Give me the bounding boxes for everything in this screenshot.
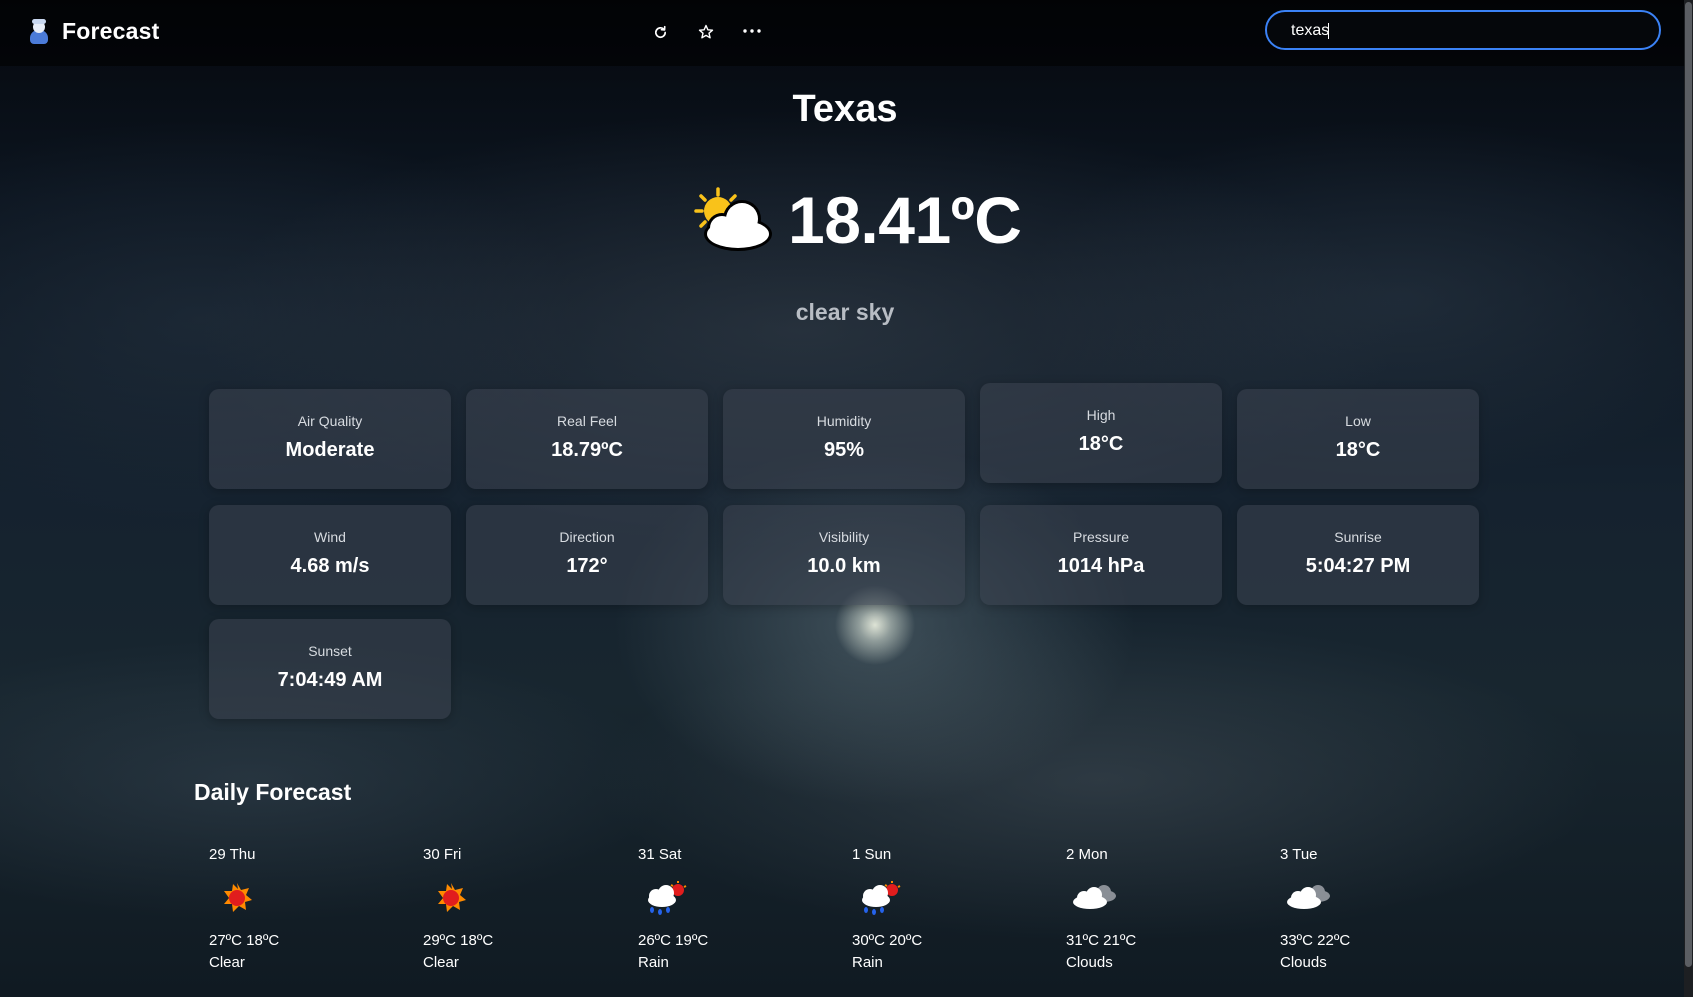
more-icon	[743, 29, 761, 33]
detail-card-sunrise: Sunrise 5:04:27 PM	[1237, 505, 1479, 605]
forecast-date: 29 Thu	[209, 846, 256, 863]
sun-icon	[224, 883, 252, 912]
snowman-logo-icon	[28, 18, 50, 45]
forecast-temps: 26ºC 19ºC	[638, 932, 709, 949]
card-value: 5:04:27 PM	[1305, 555, 1411, 577]
search-input[interactable]	[1289, 12, 1643, 50]
text-caret	[1328, 23, 1329, 39]
card-label: Humidity	[816, 413, 872, 429]
daily-forecast-title: Daily Forecast	[194, 779, 352, 805]
sun-behind-cloud-icon	[694, 187, 772, 251]
detail-card-wind: Wind 4.68 m/s	[209, 505, 451, 605]
forecast-date: 1 Sun	[852, 846, 892, 863]
more-button[interactable]	[740, 18, 764, 46]
card-label: High	[1086, 407, 1116, 423]
forecast-temps: 27ºC 18ºC	[209, 932, 280, 949]
rain-cloud-icon	[862, 881, 901, 915]
forecast-day: 1 Sun 30ºC 20ºC Rain	[852, 846, 1042, 976]
sun-icon	[438, 883, 466, 912]
refresh-button[interactable]	[648, 18, 672, 46]
card-label: Sunset	[308, 643, 352, 659]
refresh-icon	[654, 25, 666, 38]
card-label: Wind	[314, 529, 346, 545]
page-scrollbar[interactable]	[1684, 0, 1693, 997]
card-label: Pressure	[1072, 529, 1130, 545]
forecast-date: 2 Mon	[1066, 846, 1108, 863]
forecast-day: 29 Thu 27ºC 18ºC Clear	[209, 846, 399, 976]
card-value: 18.79ºC	[551, 439, 623, 461]
forecast-temps: 29ºC 18ºC	[423, 932, 494, 949]
forecast-date: 31 Sat	[638, 846, 682, 863]
detail-card-low: Low 18°C	[1237, 389, 1479, 489]
detail-card-real-feel: Real Feel 18.79ºC	[466, 389, 708, 489]
forecast-temps: 31ºC 21ºC	[1066, 932, 1137, 949]
top-bar: Forecast	[0, 0, 1684, 66]
card-value: Moderate	[285, 439, 375, 461]
forecast-temps: 30ºC 20ºC	[852, 932, 923, 949]
detail-card-air-quality: Air Quality Moderate	[209, 389, 451, 489]
card-value: 4.68 m/s	[290, 555, 370, 577]
forecast-condition: Rain	[852, 954, 883, 971]
search-box[interactable]	[1265, 10, 1661, 50]
brand[interactable]: Forecast	[28, 18, 159, 45]
card-value: 95%	[823, 439, 865, 461]
forecast-condition: Clouds	[1066, 954, 1113, 971]
forecast-date: 3 Tue	[1280, 846, 1318, 863]
forecast-condition: Clouds	[1280, 954, 1327, 971]
current-weather: 18.41ºC	[688, 182, 1022, 258]
card-label: Direction	[559, 529, 615, 545]
card-value: 1014 hPa	[1057, 555, 1145, 577]
app-title: Forecast	[62, 18, 160, 44]
card-label: Air Quality	[297, 413, 363, 429]
detail-card-high: High 18°C	[980, 383, 1222, 483]
forecast-day: 30 Fri 29ºC 18ºC Clear	[423, 846, 613, 976]
detail-card-direction: Direction 172°	[466, 505, 708, 605]
card-value: 10.0 km	[807, 555, 881, 577]
cloud-icon	[1073, 885, 1116, 909]
detail-card-humidity: Humidity 95%	[723, 389, 965, 489]
favorite-button[interactable]	[694, 18, 718, 46]
star-icon	[698, 24, 714, 39]
forecast-day: 3 Tue 33ºC 22ºC Clouds	[1280, 846, 1470, 976]
card-label: Visibility	[818, 529, 870, 545]
card-label: Low	[1345, 413, 1371, 429]
card-value: 7:04:49 AM	[277, 669, 383, 691]
card-value: 172°	[566, 555, 608, 577]
weather-description: clear sky	[795, 299, 895, 325]
forecast-day: 31 Sat 26ºC 19ºC Rain	[638, 846, 828, 976]
toolbar	[648, 18, 764, 46]
forecast-condition: Clear	[423, 954, 459, 971]
card-label: Sunrise	[1334, 529, 1382, 545]
detail-card-pressure: Pressure 1014 hPa	[980, 505, 1222, 605]
current-temperature: 18.41ºC	[788, 183, 1022, 257]
city-name: Texas	[792, 88, 898, 130]
card-value: 18°C	[1078, 433, 1124, 455]
scrollbar-thumb[interactable]	[1685, 2, 1692, 967]
detail-card-sunset: Sunset 7:04:49 AM	[209, 619, 451, 719]
card-label: Real Feel	[557, 413, 617, 429]
detail-card-visibility: Visibility 10.0 km	[723, 505, 965, 605]
forecast-condition: Rain	[638, 954, 669, 971]
forecast-condition: Clear	[209, 954, 245, 971]
forecast-date: 30 Fri	[423, 846, 462, 863]
rain-cloud-icon	[648, 881, 687, 915]
cloud-icon	[1287, 885, 1330, 909]
card-value: 18°C	[1335, 439, 1381, 461]
forecast-temps: 33ºC 22ºC	[1280, 932, 1351, 949]
forecast-day: 2 Mon 31ºC 21ºC Clouds	[1066, 846, 1256, 976]
